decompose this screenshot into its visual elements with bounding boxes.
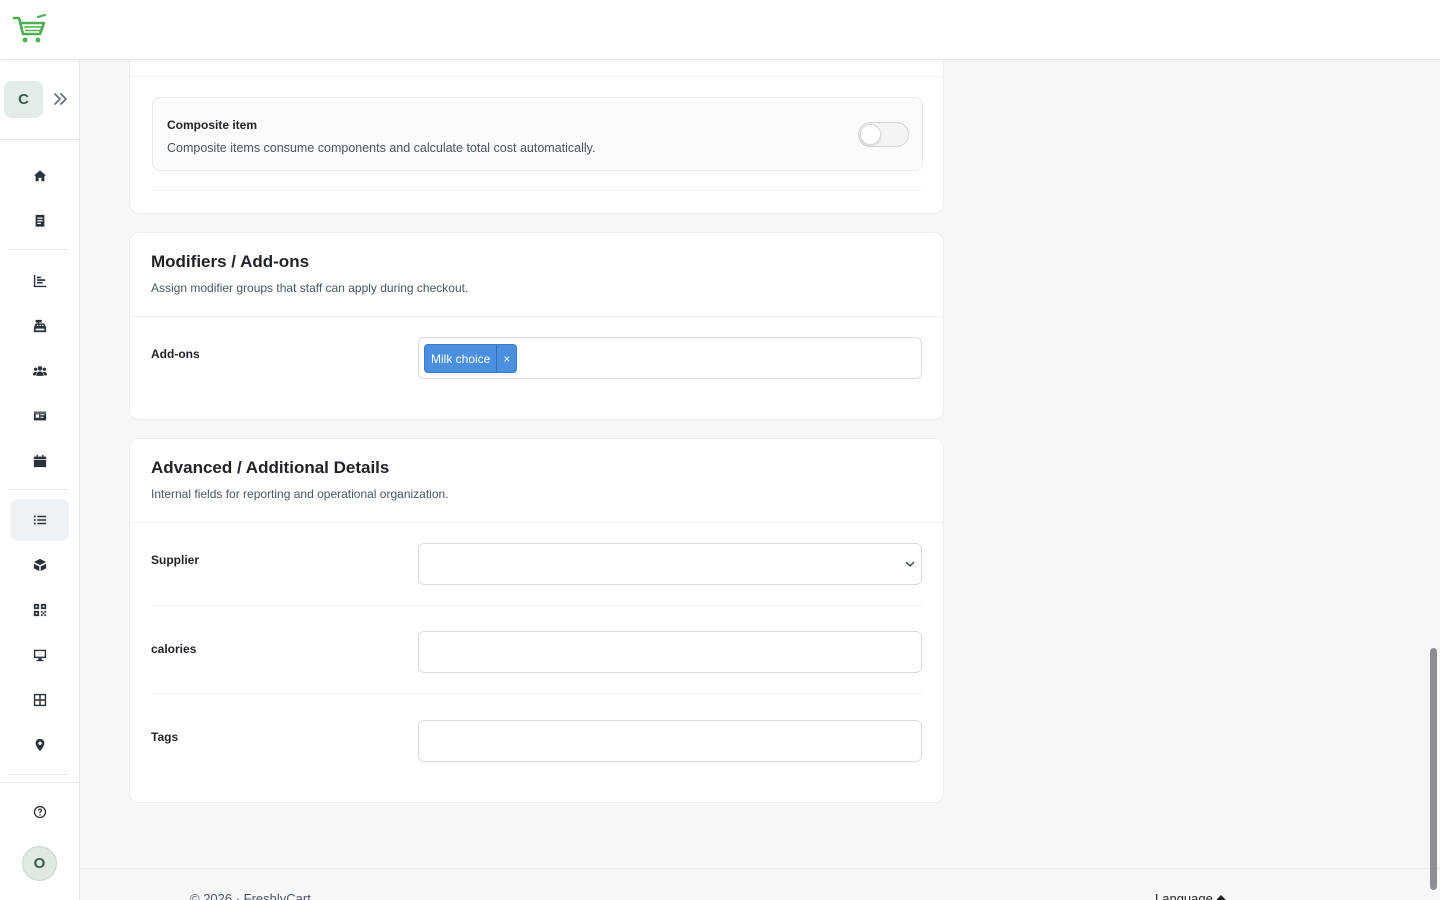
- card-header: Advanced / Additional Details Internal f…: [130, 439, 943, 523]
- composite-card: Composite item Composite items consume c…: [129, 40, 944, 214]
- row-divider: [152, 605, 923, 606]
- chevron-down-icon: [905, 561, 915, 567]
- sidebar-item-inventory[interactable]: [10, 544, 69, 586]
- sidebar-item-items[interactable]: [10, 499, 69, 541]
- row-divider: [152, 693, 923, 694]
- modifiers-title: Modifiers / Add-ons: [151, 252, 310, 271]
- grid-icon: [33, 693, 46, 707]
- addons-multiselect[interactable]: Milk choice ×: [418, 337, 922, 379]
- row-divider: [152, 190, 923, 191]
- addon-chip-label: Milk choice: [431, 351, 491, 366]
- id-card-icon: [33, 411, 46, 421]
- sidebar-item-home[interactable]: [10, 155, 69, 197]
- footer: © 2026 · FreshlyCart Language ⬥: [80, 868, 1440, 900]
- home-icon: [33, 170, 46, 182]
- user-avatar[interactable]: O: [22, 846, 57, 881]
- sidebar-item-cards[interactable]: [10, 395, 69, 437]
- composite-item-description: Composite items consume components and c…: [167, 141, 596, 155]
- supplier-select[interactable]: [418, 543, 922, 585]
- sidebar-divider: [8, 249, 69, 250]
- toggle-knob: [860, 124, 881, 145]
- monitor-icon: [33, 649, 46, 662]
- receipt-icon: [35, 214, 44, 228]
- sidebar-item-customers[interactable]: [10, 350, 69, 392]
- supplier-label: Supplier: [151, 553, 200, 567]
- sidebar-divider: [8, 489, 69, 490]
- top-bar: [0, 0, 1440, 60]
- map-pin-icon: [35, 738, 44, 752]
- addons-label: Add-ons: [151, 347, 200, 361]
- modifiers-subtitle: Assign modifier groups that staff can ap…: [151, 281, 469, 295]
- double-chevron-right-icon[interactable]: [51, 89, 71, 109]
- workspace-badge[interactable]: C: [4, 81, 43, 118]
- list-icon: [33, 515, 46, 525]
- sidebar-item-display[interactable]: [10, 634, 69, 676]
- modifiers-card: Modifiers / Add-ons Assign modifier grou…: [129, 232, 944, 420]
- calories-input[interactable]: [418, 631, 922, 673]
- card-header: Modifiers / Add-ons Assign modifier grou…: [130, 233, 943, 317]
- sidebar-divider: [8, 774, 69, 775]
- qr-code-icon: [33, 603, 46, 617]
- language-selector[interactable]: Language ⬥: [1155, 891, 1226, 900]
- sidebar-item-help[interactable]: [10, 791, 69, 833]
- sidebar-item-tables[interactable]: [10, 679, 69, 721]
- composite-item-setting: Composite item Composite items consume c…: [152, 97, 923, 171]
- users-icon: [32, 366, 47, 376]
- advanced-title: Advanced / Additional Details: [151, 458, 390, 477]
- sidebar-divider: [0, 139, 79, 140]
- sidebar-item-calendar[interactable]: [10, 440, 69, 482]
- remove-chip-icon[interactable]: ×: [496, 345, 516, 372]
- help-icon: [33, 805, 46, 819]
- sidebar-item-reports[interactable]: [10, 260, 69, 302]
- tags-input[interactable]: [418, 720, 922, 762]
- calories-label: calories: [151, 642, 197, 656]
- copyright-text: © 2026 · FreshlyCart: [190, 891, 311, 900]
- composite-item-title: Composite item: [167, 118, 258, 132]
- sidebar-item-qr[interactable]: [10, 589, 69, 631]
- sidebar-item-pos[interactable]: [10, 305, 69, 347]
- calendar-icon: [33, 454, 46, 468]
- sidebar-divider: [0, 782, 79, 783]
- shopping-cart-logo-icon[interactable]: [12, 14, 48, 46]
- page-scrollbar[interactable]: [1430, 648, 1437, 890]
- card-divider: [130, 76, 943, 77]
- sidebar-item-locations[interactable]: [10, 724, 69, 766]
- advanced-subtitle: Internal fields for reporting and operat…: [151, 487, 449, 501]
- sidebar-item-orders[interactable]: [10, 200, 69, 242]
- box-icon: [33, 558, 46, 572]
- bar-chart-icon: [33, 274, 46, 288]
- advanced-card: Advanced / Additional Details Internal f…: [129, 438, 944, 803]
- tags-label: Tags: [151, 730, 179, 744]
- sidebar: C O: [0, 60, 80, 900]
- composite-item-toggle[interactable]: [858, 122, 909, 147]
- addon-chip: Milk choice ×: [424, 344, 518, 373]
- cash-register-icon: [33, 319, 46, 333]
